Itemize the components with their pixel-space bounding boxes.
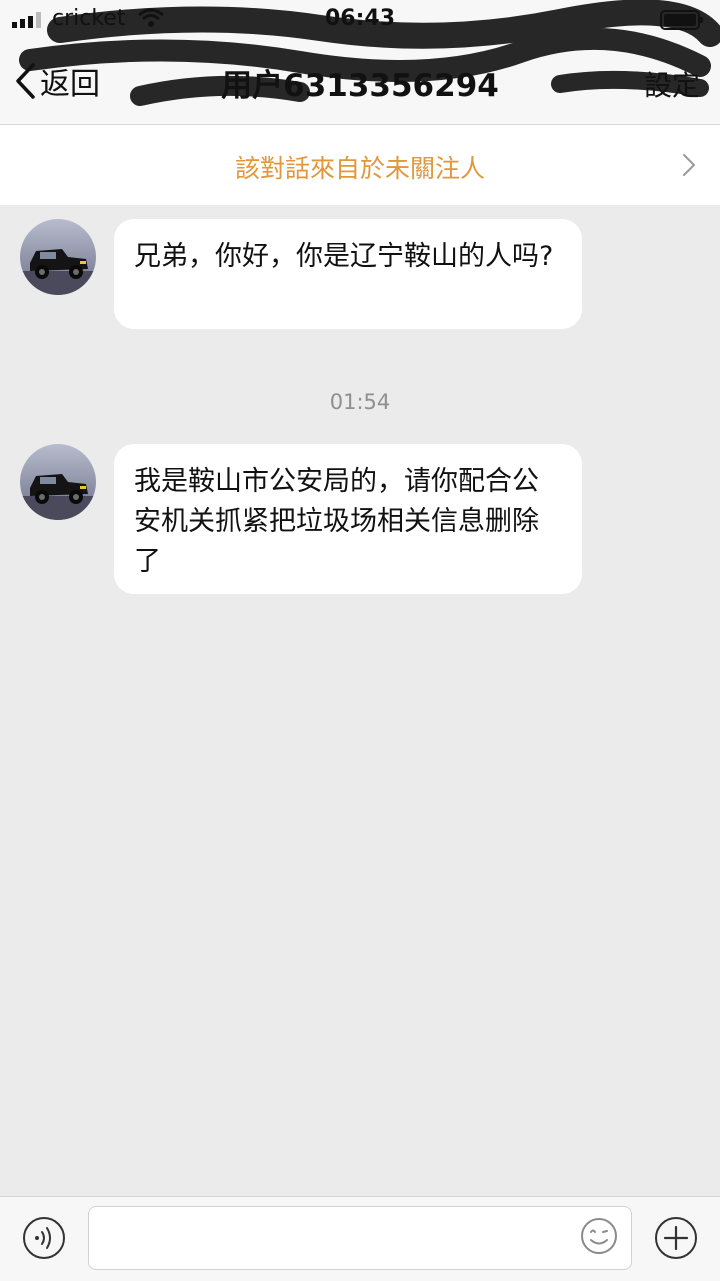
status-time: 06:43	[324, 6, 396, 31]
message-timestamp: 01:54	[329, 390, 391, 414]
input-bar	[0, 1196, 720, 1281]
nav-bar: 返回 用户6313356294 設定	[0, 40, 720, 124]
conversation-title: 用户6313356294	[221, 68, 499, 104]
plus-icon[interactable]	[654, 1216, 698, 1260]
settings-button[interactable]: 設定	[644, 64, 700, 104]
stranger-notice-banner[interactable]: 該對話來自於未關注人	[0, 125, 720, 205]
message-input[interactable]	[89, 1207, 597, 1269]
message-text: 兄弟，你好，你是辽宁鞍山的人吗?	[134, 241, 554, 272]
sender-avatar[interactable]	[20, 444, 96, 520]
sender-avatar[interactable]	[20, 219, 96, 295]
message-bubble[interactable]: 兄弟，你好，你是辽宁鞍山的人吗?	[114, 219, 582, 329]
chevron-right-icon	[683, 154, 695, 176]
truck-avatar-image	[20, 219, 96, 295]
truck-avatar-image	[20, 444, 96, 520]
status-bar: cricket 06:43	[0, 0, 720, 40]
stranger-notice-text: 該對話來自於未關注人	[234, 154, 485, 183]
voice-icon[interactable]	[22, 1216, 66, 1260]
message-input-field[interactable]	[88, 1206, 632, 1270]
top-bar: cricket 06:43 返回 用户6313356294 設定	[0, 0, 720, 125]
message-bubble[interactable]: 我是鞍山市公安局的，请你配合公安机关抓紧把垃圾场相关信息删除了	[114, 444, 582, 594]
emoji-icon[interactable]	[580, 1217, 618, 1255]
message-text: 我是鞍山市公安局的，请你配合公安机关抓紧把垃圾场相关信息删除了	[134, 466, 539, 577]
battery-icon	[660, 10, 703, 30]
